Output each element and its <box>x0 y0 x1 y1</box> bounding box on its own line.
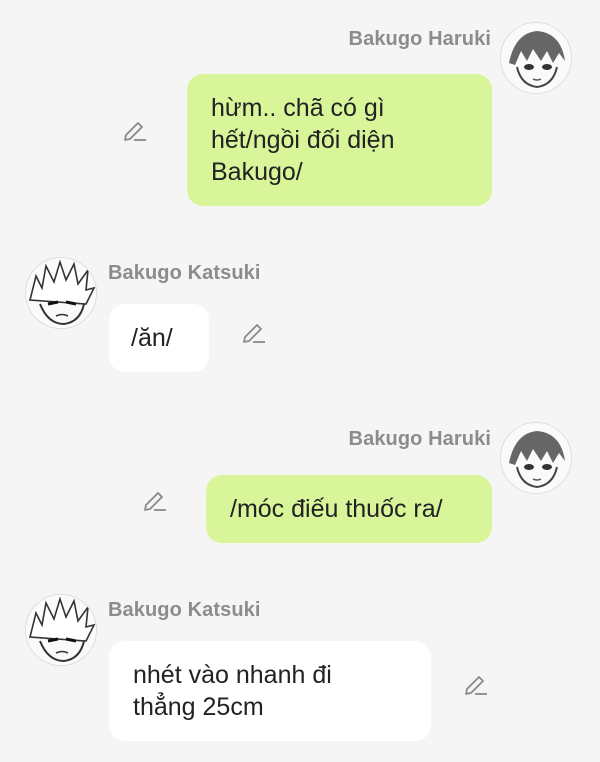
pencil-icon <box>144 492 166 511</box>
sender-name-haruki: Bakugo Haruki <box>348 28 491 50</box>
message-line: thẳng 25cm <box>133 693 264 721</box>
message-bubble-4[interactable]: nhét vào nhanh đi thẳng 25cm <box>109 641 431 741</box>
message-line: Bakugo/ <box>211 158 303 186</box>
message-bubble-3[interactable]: /móc điếu thuốc ra/ <box>206 475 492 543</box>
message-line: hết/ngồi đối diện <box>211 126 395 154</box>
avatar-katsuki[interactable] <box>25 594 97 666</box>
haruki-avatar-icon <box>501 423 571 493</box>
message-line: hừm.. chã có gì <box>211 94 385 122</box>
sender-name-katsuki: Bakugo Katsuki <box>108 599 261 621</box>
message-bubble-1[interactable]: hừm.. chã có gì hết/ngồi đối diện Bakugo… <box>187 74 492 206</box>
message-bubble-2[interactable]: /ăn/ <box>109 304 209 372</box>
edit-message-4[interactable] <box>463 670 489 696</box>
message-line: /ăn/ <box>131 324 173 352</box>
pencil-icon <box>124 122 146 141</box>
edit-message-3[interactable] <box>142 486 168 512</box>
avatar-katsuki[interactable] <box>25 257 97 329</box>
sender-name-katsuki: Bakugo Katsuki <box>108 262 261 284</box>
haruki-avatar-icon <box>501 23 571 93</box>
avatar-haruki[interactable] <box>500 22 572 94</box>
katsuki-avatar-icon <box>26 595 96 665</box>
avatar-haruki[interactable] <box>500 422 572 494</box>
message-line: /móc điếu thuốc ra/ <box>230 495 443 523</box>
sender-name-haruki: Bakugo Haruki <box>348 428 491 450</box>
pencil-icon <box>465 676 487 695</box>
pencil-icon <box>243 324 265 343</box>
katsuki-avatar-icon <box>26 258 96 328</box>
edit-message-1[interactable] <box>122 116 148 142</box>
message-line: nhét vào nhanh đi <box>133 661 332 689</box>
edit-message-2[interactable] <box>241 318 267 344</box>
